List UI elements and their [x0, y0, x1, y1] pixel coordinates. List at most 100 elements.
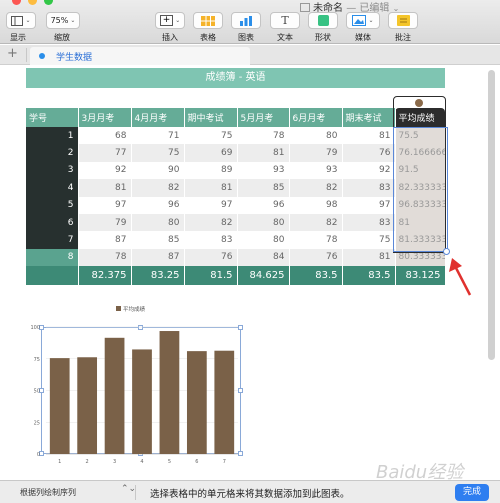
score-cell[interactable]: 78 — [237, 127, 290, 145]
score-cell[interactable]: 92 — [342, 161, 396, 180]
vertical-scrollbar[interactable] — [488, 70, 495, 360]
table-row[interactable]: 787858380787581.3333333 — [26, 231, 446, 249]
row-id-cell[interactable]: 6 — [26, 213, 79, 232]
average-score-chart[interactable]: 平均成绩 0 25 50 75 100 1 2 3 4 5 6 7 — [22, 300, 252, 470]
table-row[interactable]: 878877684768180.3333333 — [26, 248, 446, 267]
score-cell[interactable]: 76 — [184, 248, 238, 267]
score-cell[interactable]: 75 — [184, 127, 238, 145]
table-row[interactable]: 3 92 90 89 93 93 92 91.5 — [26, 161, 446, 180]
average-cell[interactable]: 81.3333333 — [395, 231, 446, 249]
average-cell[interactable]: 81 — [395, 213, 446, 232]
insert-button[interactable]: + ⌄ — [155, 12, 185, 29]
row-id-cell[interactable]: 8 — [26, 248, 79, 267]
footer-average-cell[interactable]: 84.625 — [237, 266, 290, 286]
row-id-cell[interactable]: 2 — [26, 144, 79, 162]
minimize-window-button[interactable] — [28, 0, 37, 5]
score-cell[interactable]: 80 — [289, 127, 343, 145]
text-button[interactable]: T — [270, 12, 300, 29]
score-cell[interactable]: 97 — [184, 196, 238, 214]
score-cell[interactable]: 82 — [289, 213, 343, 232]
score-cell[interactable]: 87 — [131, 248, 185, 267]
footer-average-cell[interactable]: 83.25 — [131, 266, 185, 286]
row-id-cell[interactable]: 7 — [26, 231, 79, 249]
footer-average-cell[interactable]: 83.5 — [289, 266, 343, 286]
comment-button[interactable] — [388, 12, 418, 29]
footer-average-cell[interactable]: 82.375 — [78, 266, 132, 286]
score-cell[interactable]: 76 — [289, 248, 343, 267]
shape-button[interactable] — [308, 12, 338, 29]
plot-series-mode[interactable]: 根据列绘制序列 — [20, 487, 76, 498]
score-cell[interactable]: 85 — [237, 179, 290, 197]
score-cell[interactable]: 96 — [131, 196, 185, 214]
column-handle-icon[interactable] — [415, 99, 423, 107]
done-button[interactable]: 完成 — [455, 484, 489, 501]
row-id-cell[interactable]: 1 — [26, 127, 79, 145]
row-id-cell[interactable]: 3 — [26, 161, 79, 180]
score-cell[interactable]: 81 — [342, 248, 396, 267]
score-cell[interactable]: 77 — [78, 144, 132, 162]
score-cell[interactable]: 78 — [78, 248, 132, 267]
close-window-button[interactable] — [12, 0, 21, 5]
score-cell[interactable]: 93 — [237, 161, 290, 180]
table-row[interactable]: 597969796989796.8333333 — [26, 196, 446, 214]
score-cell[interactable]: 78 — [289, 231, 343, 249]
row-id-cell[interactable]: 4 — [26, 179, 79, 197]
media-button[interactable]: ⌄ — [346, 12, 380, 29]
score-cell[interactable]: 80 — [131, 213, 185, 232]
score-cell[interactable]: 85 — [131, 231, 185, 249]
row-id-cell[interactable]: 5 — [26, 196, 79, 214]
score-cell[interactable]: 79 — [78, 213, 132, 232]
zoom-window-button[interactable] — [44, 0, 53, 5]
score-cell[interactable]: 81 — [237, 144, 290, 162]
average-cell[interactable]: 76.1666666 — [395, 144, 446, 162]
score-cell[interactable]: 69 — [184, 144, 238, 162]
column-header[interactable]: 期中考试 — [184, 108, 238, 127]
column-header-average[interactable]: 平均成绩 — [395, 108, 446, 127]
score-cell[interactable]: 82 — [184, 213, 238, 232]
score-cell[interactable]: 93 — [289, 161, 343, 180]
table-row[interactable]: 1 68 71 75 78 80 81 75.5 — [26, 127, 446, 145]
score-cell[interactable]: 83 — [184, 231, 238, 249]
column-header[interactable]: 期末考试 — [342, 108, 396, 127]
footer-average-cell[interactable]: 81.5 — [184, 266, 238, 286]
display-button[interactable]: ⌄ — [6, 12, 36, 29]
table-title[interactable]: 成绩簿 - 英语 — [26, 68, 445, 88]
score-cell[interactable]: 81 — [184, 179, 238, 197]
score-cell[interactable]: 90 — [131, 161, 185, 180]
column-header[interactable]: 5月月考 — [237, 108, 290, 127]
score-cell[interactable]: 92 — [78, 161, 132, 180]
average-cell[interactable]: 91.5 — [395, 161, 446, 180]
score-cell[interactable]: 82 — [289, 179, 343, 197]
grade-table[interactable]: 学号 3月月考 4月月考 期中考试 5月月考 6月月考 期末考试 平均成绩 1 68 71 75 78… — [26, 108, 446, 286]
score-cell[interactable]: 83 — [342, 213, 396, 232]
table-row[interactable]: 6 79 80 82 80 82 83 81 — [26, 213, 446, 232]
average-cell[interactable]: 80.3333333 — [395, 248, 446, 267]
score-cell[interactable]: 81 — [78, 179, 132, 197]
score-cell[interactable]: 80 — [237, 231, 290, 249]
score-cell[interactable]: 75 — [131, 144, 185, 162]
score-cell[interactable]: 98 — [289, 196, 343, 214]
footer-average-cell[interactable]: 83.5 — [342, 266, 396, 286]
score-cell[interactable]: 96 — [237, 196, 290, 214]
score-cell[interactable]: 68 — [78, 127, 132, 145]
add-sheet-button[interactable]: + — [7, 46, 18, 61]
zoom-select[interactable]: 75% ⌄ — [46, 12, 80, 29]
average-cell[interactable]: 82.3333333 — [395, 179, 446, 197]
column-header[interactable]: 3月月考 — [78, 108, 132, 127]
average-cell[interactable]: 75.5 — [395, 127, 446, 145]
score-cell[interactable]: 83 — [342, 179, 396, 197]
table-row[interactable]: 481828185828382.3333333 — [26, 179, 446, 197]
footer-average-cell[interactable] — [26, 266, 79, 286]
score-cell[interactable]: 97 — [78, 196, 132, 214]
selection-resize-handle[interactable] — [443, 248, 450, 255]
score-cell[interactable]: 84 — [237, 248, 290, 267]
score-cell[interactable]: 82 — [131, 179, 185, 197]
tab-student-data[interactable]: 学生数据 — [30, 47, 250, 65]
table-button[interactable] — [193, 12, 223, 29]
table-footer-row[interactable]: 82.375 83.25 81.5 84.625 83.5 83.5 83.125 — [26, 266, 446, 286]
column-header[interactable]: 6月月考 — [289, 108, 343, 127]
score-cell[interactable]: 87 — [78, 231, 132, 249]
chart-button[interactable] — [231, 12, 261, 29]
column-header[interactable]: 学号 — [26, 108, 79, 127]
score-cell[interactable]: 81 — [342, 127, 396, 145]
